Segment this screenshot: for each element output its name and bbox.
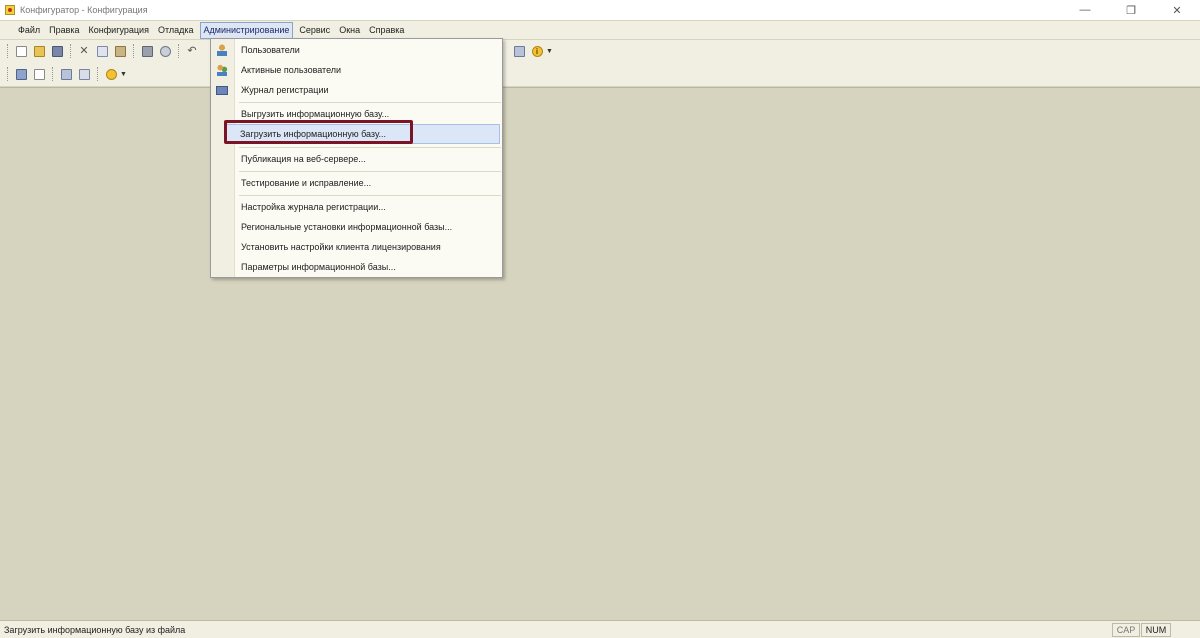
menu-item-label: Публикация на веб-сервере...	[241, 154, 366, 164]
menu-administration[interactable]: Администрирование	[199, 21, 294, 39]
window-title: Конфигуратор - Конфигурация	[20, 5, 148, 15]
restore-button[interactable]: ❐	[1108, 0, 1154, 20]
print-button[interactable]	[139, 43, 155, 59]
menu-configuration[interactable]: Конфигурация	[86, 23, 152, 38]
menu-file[interactable]: Файл	[15, 23, 43, 38]
new-button[interactable]	[13, 43, 29, 59]
database-configuration-button[interactable]	[31, 66, 47, 82]
menu-separator	[239, 102, 501, 103]
new-document-icon	[15, 45, 27, 57]
open-configuration-button[interactable]	[13, 66, 29, 82]
app-logo-icon	[5, 5, 15, 15]
menu-windows[interactable]: Окна	[336, 23, 363, 38]
find-button[interactable]	[157, 43, 173, 59]
annotation-highlight-frame	[224, 120, 413, 144]
window-list-icon	[78, 68, 90, 80]
menu-edit[interactable]: Правка	[46, 23, 82, 38]
menu-item-label: Настройка журнала регистрации...	[241, 202, 386, 212]
status-bar: Загрузить информационную базу из файла C…	[0, 620, 1200, 638]
standard-toolbar: ✕ ↶ i ▼	[0, 40, 1200, 62]
menu-separator	[239, 171, 501, 172]
users-icon	[216, 64, 228, 76]
administration-menu: Пользователи Активные пользователи Журна…	[210, 38, 503, 278]
menu-item-web-publication[interactable]: Публикация на веб-сервере...	[211, 149, 502, 169]
open-button[interactable]	[31, 43, 47, 59]
configuration-icon	[15, 68, 27, 80]
undo-button[interactable]: ↶	[184, 43, 200, 59]
menu-separator	[239, 195, 501, 196]
open-folder-icon	[33, 45, 45, 57]
status-text: Загрузить информационную базу из файла	[4, 624, 186, 635]
chevron-down-icon[interactable]: ▼	[120, 71, 127, 78]
configurator-window: Конфигуратор - Конфигурация — ❐ ✕ Файл П…	[0, 0, 1200, 638]
info-icon: i	[531, 45, 543, 57]
update-database-button[interactable]	[58, 66, 74, 82]
window-controls: — ❐ ✕	[1062, 0, 1200, 20]
user-icon	[216, 44, 228, 56]
menu-debug[interactable]: Отладка	[155, 23, 197, 38]
menu-item-infobase-parameters[interactable]: Параметры информационной базы...	[211, 257, 502, 277]
paste-button[interactable]	[112, 43, 128, 59]
toolbar-separator	[70, 44, 73, 58]
toolbar-separator	[52, 67, 55, 81]
menu-bar: Файл Правка Конфигурация Отладка Админис…	[0, 21, 1200, 39]
workspace-area	[0, 87, 1200, 620]
start-debugging-button[interactable]	[103, 66, 119, 82]
menu-item-label: Пользователи	[241, 45, 300, 55]
title-bar: Конфигуратор - Конфигурация — ❐ ✕	[0, 0, 1200, 20]
num-lock-indicator: NUM	[1141, 623, 1171, 637]
menu-item-label: Тестирование и исправление...	[241, 178, 372, 188]
close-icon: ✕	[1172, 4, 1182, 17]
save-icon	[51, 45, 63, 57]
menu-item-label: Параметры информационной базы...	[241, 262, 396, 272]
menu-item-users[interactable]: Пользователи	[211, 40, 502, 60]
cut-icon: ✕	[79, 44, 89, 57]
help-info-button[interactable]: i	[529, 43, 545, 59]
undo-icon: ↶	[187, 44, 197, 57]
configuration-toolbar: ▼	[0, 62, 1200, 86]
menu-separator	[239, 147, 501, 148]
caps-lock-indicator: CAP	[1112, 623, 1140, 637]
chevron-down-icon[interactable]: ▼	[546, 48, 553, 55]
paste-icon	[114, 45, 126, 57]
cut-button[interactable]: ✕	[76, 43, 92, 59]
menu-item-label: Журнал регистрации	[241, 85, 329, 95]
copy-icon	[96, 45, 108, 57]
journal-icon	[216, 86, 228, 95]
menu-item-regional-settings[interactable]: Региональные установки информационной ба…	[211, 217, 502, 237]
menu-help[interactable]: Справка	[366, 23, 407, 38]
menu-service[interactable]: Сервис	[296, 23, 333, 38]
restore-icon: ❐	[1126, 4, 1136, 17]
toolbar-grip[interactable]	[7, 67, 10, 81]
toolbar-grip[interactable]	[7, 44, 10, 58]
copy-button[interactable]	[94, 43, 110, 59]
menu-item-license-client-settings[interactable]: Установить настройки клиента лицензирова…	[211, 237, 502, 257]
close-button[interactable]: ✕	[1154, 0, 1200, 20]
menu-item-label: Установить настройки клиента лицензирова…	[241, 242, 441, 252]
minimize-button[interactable]: —	[1062, 0, 1108, 20]
menu-item-label: Активные пользователи	[241, 65, 342, 75]
menu-item-test-and-repair[interactable]: Тестирование и исправление...	[211, 173, 502, 193]
save-button[interactable]	[49, 43, 65, 59]
menu-item-label: Выгрузить информационную базу...	[241, 109, 390, 119]
toolbar-right-group: i ▼	[511, 43, 557, 59]
update-database-icon	[60, 68, 72, 80]
menu-item-active-users[interactable]: Активные пользователи	[211, 60, 502, 80]
toolbar-separator	[133, 44, 136, 58]
print-icon	[141, 45, 153, 57]
run-icon	[105, 68, 117, 80]
toolbar-separator	[97, 67, 100, 81]
syntax-book-icon	[513, 45, 525, 57]
menu-item-label: Региональные установки информационной ба…	[241, 222, 453, 232]
syntax-assistant-button[interactable]	[511, 43, 527, 59]
menu-item-event-log[interactable]: Журнал регистрации	[211, 80, 502, 100]
database-config-icon	[33, 68, 45, 80]
minimize-icon: —	[1079, 4, 1091, 16]
menu-item-event-log-settings[interactable]: Настройка журнала регистрации...	[211, 197, 502, 217]
window-list-button[interactable]	[76, 66, 92, 82]
find-icon	[159, 45, 171, 57]
toolbar-separator	[178, 44, 181, 58]
